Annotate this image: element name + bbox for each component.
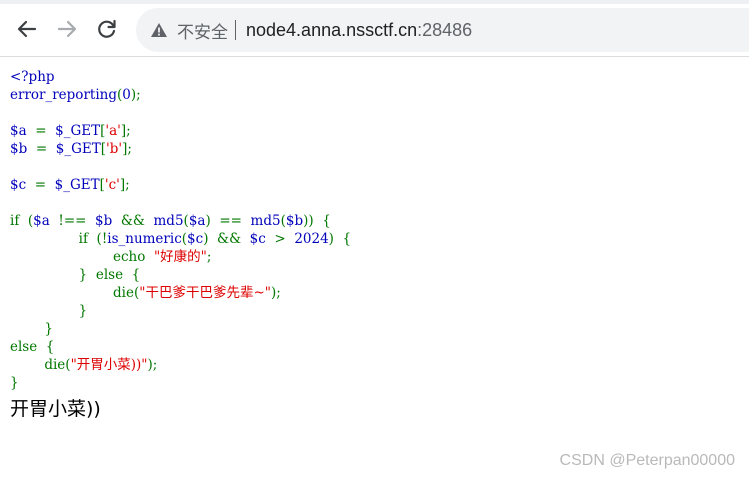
code-token-default: $a [10,123,36,139]
code-token-default: $_GET [54,177,100,193]
code-token-default: is_numeric [107,231,182,247]
code-token-default: $c [10,177,35,193]
code-line: if ($a !== $b && md5($a) == md5($b)) { [10,212,351,230]
code-line: if (!is_numeric($c) && $c > 2024) { [10,230,351,248]
code-token-string: 'a' [105,123,121,139]
code-token-keyword: } [10,375,19,391]
code-line: <?php [10,68,351,86]
code-line: $a = $_GET['a']; [10,122,351,140]
code-token-keyword: ); [270,285,281,301]
code-token-string: 'b' [106,141,123,157]
code-token-keyword: ) && [203,231,250,247]
code-token-keyword: ]; [120,123,131,139]
arrow-left-icon [17,20,37,38]
code-token-default: $c [187,231,204,247]
code-token-keyword: ) == [205,213,251,229]
csdn-watermark: CSDN @Peterpan00000 [559,452,735,469]
code-token-keyword: ); [147,357,158,373]
code-token-keyword: ]; [119,177,130,193]
code-line: } [10,374,351,392]
code-line: else { [10,338,351,356]
code-token-keyword: ; [206,249,212,265]
code-token-default: $_GET [55,141,101,157]
code-token-keyword: )) { [303,213,331,229]
code-token-default: md5 [250,213,281,229]
code-token-keyword: if (! [10,231,108,247]
tab-strip-edge [0,0,749,4]
code-token-default: $b [285,213,304,229]
code-line: error_reporting(0); [10,86,351,104]
code-token-default: $c [249,231,275,247]
arrow-right-icon [57,20,77,38]
code-token-default: error_reporting [10,87,117,103]
code-token-keyword: = [34,177,55,193]
code-token-default: 0 [122,87,131,103]
php-source-code: <?php error_reporting(0); $a = $_GET['a']… [10,68,351,392]
code-token-keyword: !== [58,213,96,229]
code-line: die("干巴爹干巴爹先辈~"); [10,284,351,302]
code-line: $b = $_GET['b']; [10,140,351,158]
code-token-keyword: } else { [10,267,141,283]
code-token-keyword: ); [130,87,141,103]
address-bar[interactable]: 不安全 node4.anna.nssctf.cn:28486 [136,8,749,52]
code-token-keyword: if ( [10,213,34,229]
code-token-keyword: ]; [122,141,132,157]
code-token-string: "干巴爹干巴爹先辈~" [139,285,271,301]
code-line: } [10,302,351,320]
forward-button[interactable] [54,16,80,42]
code-token-keyword: = [35,141,56,157]
code-token-keyword: die [10,285,134,301]
code-token-string: 'c' [104,177,120,193]
code-token-keyword: } [10,303,88,319]
code-token-keyword: > [274,231,295,247]
address-separator [235,20,236,40]
code-token-keyword: = [35,123,56,139]
reload-icon [98,19,116,38]
code-token-default: 2024 [294,231,329,247]
code-token-default: $b [95,213,121,229]
code-token-string: "好康的" [153,249,207,265]
browser-toolbar: 不安全 node4.anna.nssctf.cn:28486 [0,0,749,57]
code-token-default: <?php [10,69,55,85]
code-token-keyword: echo [10,249,154,265]
reload-button[interactable] [94,16,120,42]
code-token-string: "开胃小菜))" [70,357,148,373]
code-token-default: $_GET [55,123,101,139]
code-line: die("开胃小菜))"); [10,356,351,374]
code-token-keyword: } [10,321,53,337]
code-line: } [10,320,351,338]
back-button[interactable] [14,16,40,42]
code-token-keyword: ) { [328,231,352,247]
code-line: } else { [10,266,351,284]
code-token-keyword: && [120,213,154,229]
code-token-default: $a [33,213,59,229]
page-output-text: 开胃小菜)) [10,398,101,420]
not-secure-warning-icon[interactable] [150,21,168,39]
url-port[interactable]: :28486 [417,20,472,41]
code-token-default: $b [10,141,36,157]
code-line: $c = $_GET['c']; [10,176,351,194]
code-token-default: $a [188,213,206,229]
security-label[interactable]: 不安全 [177,18,228,43]
code-token-keyword: die [10,357,66,373]
code-token-default: md5 [153,213,184,229]
url-host[interactable]: node4.anna.nssctf.cn [246,20,417,41]
code-token-keyword: else { [10,339,55,355]
code-line: echo "好康的"; [10,248,351,266]
